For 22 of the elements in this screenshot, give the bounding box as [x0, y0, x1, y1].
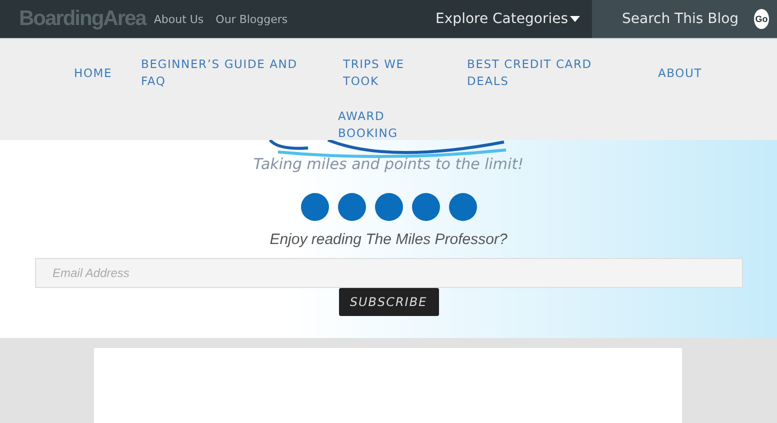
social-icon[interactable] — [374, 193, 402, 221]
nav-link[interactable]: AWARD BOOKING — [338, 108, 408, 142]
subscribe-button[interactable]: SUBSCRIBE — [338, 288, 438, 316]
social-icon[interactable] — [412, 193, 440, 221]
top-link[interactable]: About Us — [154, 12, 204, 26]
categories-menu[interactable]: Explore Categories — [436, 11, 580, 27]
nav-link[interactable]: BEST CREDIT CARD DEALS — [467, 56, 607, 90]
nav-link[interactable]: HOME — [74, 64, 112, 82]
nav-link[interactable]: BEGINNER’S GUIDE AND FAQ — [141, 56, 301, 90]
caret-icon — [570, 16, 580, 22]
nav-link[interactable]: TRIPS WE TOOK — [343, 56, 413, 90]
top-link[interactable]: Our Bloggers — [216, 12, 288, 26]
social-icon[interactable] — [448, 193, 476, 221]
subscribe-prompt: Enjoy reading The Miles Professor? — [270, 231, 508, 248]
nav-link[interactable]: ABOUT — [658, 64, 702, 82]
search-field[interactable]: Search This Blog — [620, 10, 754, 28]
social-icon[interactable] — [300, 193, 328, 221]
social-icon[interactable] — [338, 193, 366, 221]
email-field[interactable]: Email Address — [34, 258, 742, 288]
go-button[interactable]: Go — [754, 9, 769, 29]
tagline: Taking miles and points to the limit! — [253, 155, 524, 173]
search-bar[interactable]: Search This Blog Go — [592, 0, 777, 38]
